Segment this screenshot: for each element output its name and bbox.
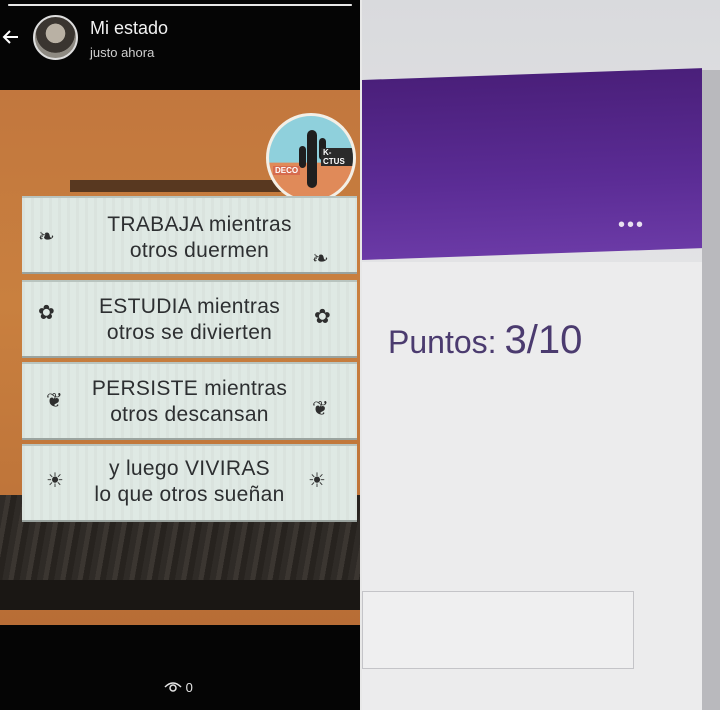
score-value: 3/10 — [504, 318, 583, 362]
butterfly-icon: ❦ — [312, 398, 329, 420]
logo-text-top: K-CTUS — [321, 148, 353, 166]
plank-4-line-2: lo que otros sueñan — [94, 483, 285, 506]
plank-3-line-1: PERSISTE mientras — [91, 377, 288, 400]
status-viewer: Mi estado justo ahora K-CTUS DECO ❧ TRAB… — [0, 0, 360, 710]
status-progress-fill — [8, 4, 352, 6]
status-progress-bar — [8, 4, 352, 6]
sign-plank-4: ☀ y luego VIVIRAS lo que otros sueñan ☀ — [22, 444, 357, 522]
plank-3-line-2: otros descansan — [110, 403, 269, 426]
screen-bezel — [702, 70, 720, 710]
score-label: Puntos: — [388, 324, 497, 360]
plank-2-line-2: otros se divierten — [106, 321, 273, 344]
plank-1-line-2: otros duermen — [129, 239, 270, 262]
status-timestamp: justo ahora — [90, 45, 155, 60]
sun-icon: ☀ — [308, 470, 326, 492]
answer-field[interactable] — [362, 591, 634, 669]
view-count[interactable]: 0 — [164, 680, 193, 695]
plank-4-line-1: y luego VIVIRAS — [109, 457, 270, 480]
countertop-edge — [0, 580, 360, 610]
sign-plank-2: ✿ ESTUDIA mientras otros se divierten ✿ — [22, 280, 357, 358]
quiz-result-photo: ••• Puntos: 3/10 — [362, 0, 720, 710]
avatar[interactable] — [33, 15, 78, 60]
cactus-icon — [307, 130, 317, 188]
wooden-sign: ❧ TRABAJA mientras otros duermen ❧ ✿ EST… — [22, 196, 357, 524]
back-arrow-icon[interactable] — [0, 26, 22, 48]
ellipsis-icon[interactable]: ••• — [618, 214, 645, 237]
shelf-shadow — [70, 180, 300, 192]
plank-2-line-1: ESTUDIA mientras — [98, 295, 280, 318]
flower-icon: ✿ — [314, 306, 331, 328]
plank-1-line-1: TRABAJA mientras — [107, 213, 292, 236]
sign-plank-1: ❧ TRABAJA mientras otros duermen ❧ — [22, 196, 357, 274]
score-display: Puntos: 3/10 — [388, 318, 582, 363]
leaf-icon: ❧ — [312, 248, 329, 270]
sign-plank-3: ❦ PERSISTE mientras otros descansan ❦ — [22, 362, 357, 440]
logo-text-bottom: DECO — [273, 166, 301, 175]
view-count-value: 0 — [185, 680, 193, 695]
form-header-banner — [362, 68, 702, 260]
kctus-deco-logo: K-CTUS DECO — [266, 113, 356, 203]
status-title: Mi estado — [90, 18, 169, 38]
eye-icon — [164, 682, 182, 692]
cactus-arm-left — [299, 146, 306, 168]
